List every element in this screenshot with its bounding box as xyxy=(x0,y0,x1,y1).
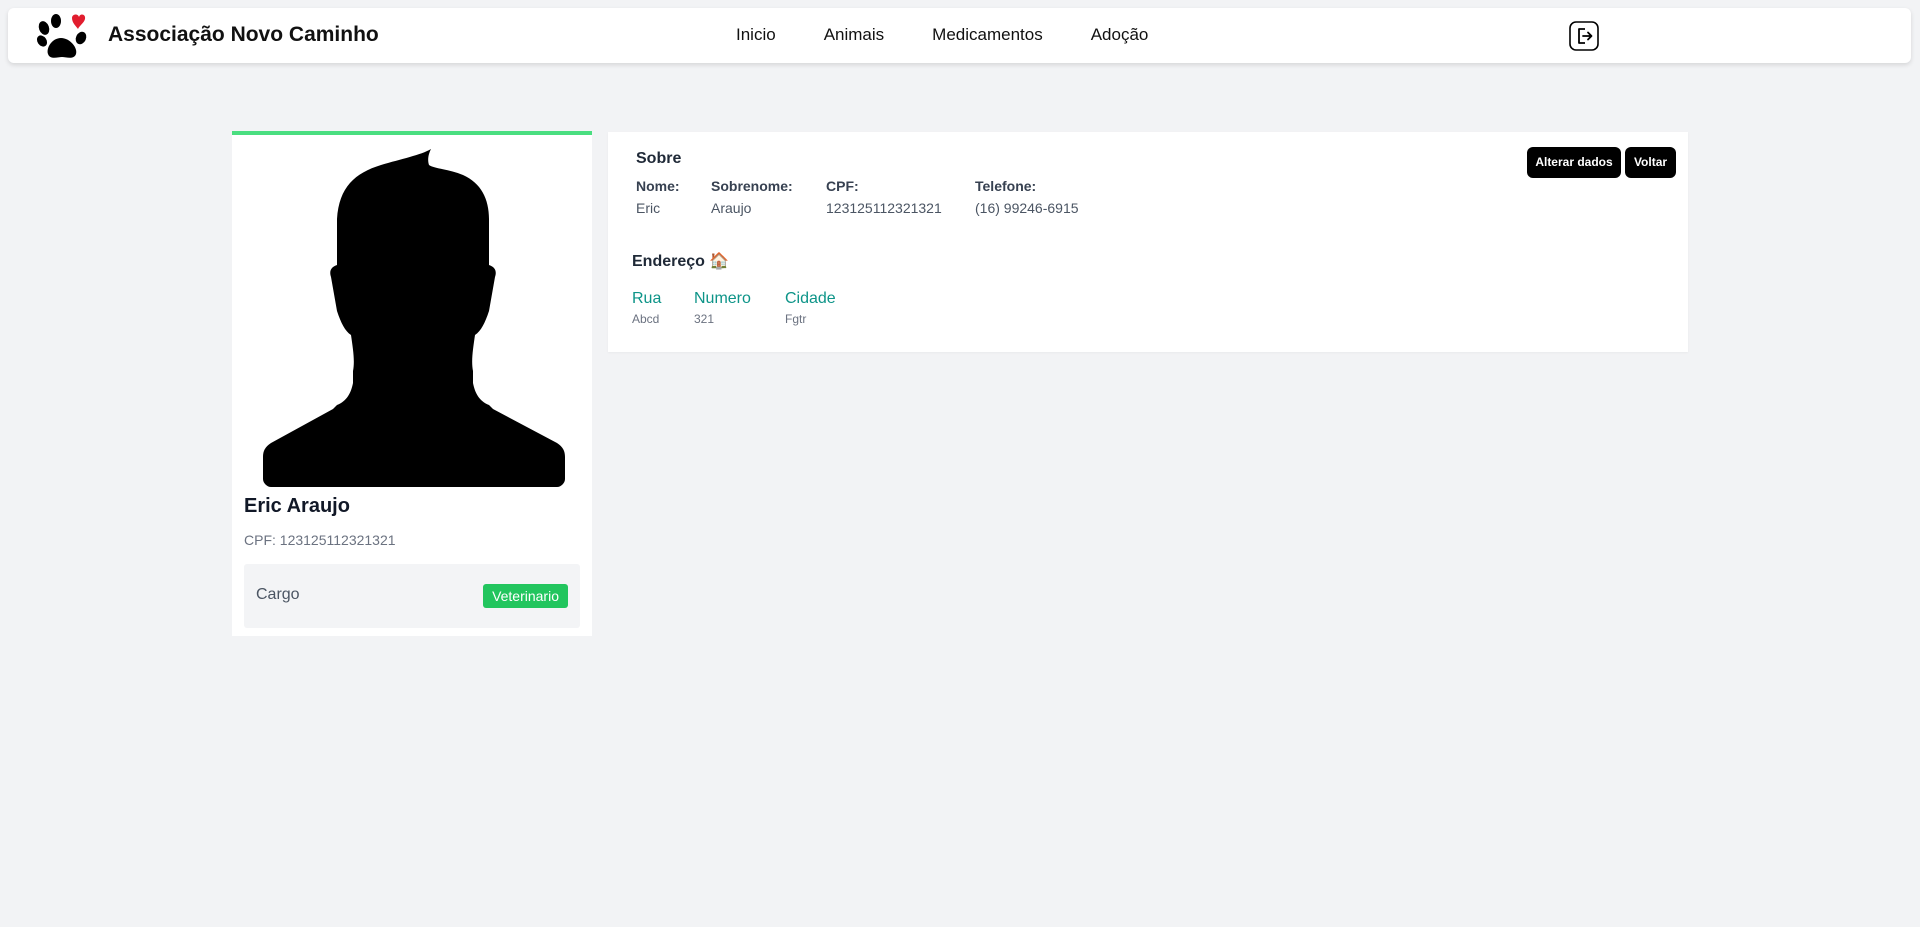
address-label: Cidade xyxy=(785,290,836,307)
nav-animais[interactable]: Animais xyxy=(824,25,884,45)
field-label: CPF: xyxy=(826,178,859,194)
field-label: Sobrenome: xyxy=(711,178,793,194)
field-nome: Nome: Eric xyxy=(636,178,680,216)
profile-cpf: CPF: 123125112321321 xyxy=(244,532,396,548)
field-value: Araujo xyxy=(711,200,752,216)
address-value: 321 xyxy=(694,312,715,326)
address-label: Rua xyxy=(632,290,662,307)
info-card: Sobre Nome: Eric Sobrenome: Araujo CPF: … xyxy=(608,132,1688,352)
role-box: Cargo Veterinario xyxy=(244,564,580,628)
role-label: Cargo xyxy=(256,586,300,603)
edit-data-button[interactable]: Alterar dados xyxy=(1527,147,1621,178)
field-value: Eric xyxy=(636,200,661,216)
top-navbar: Associação Novo Caminho Inicio Animais M… xyxy=(8,8,1911,63)
address-value: Fgtr xyxy=(785,312,807,326)
paw-heart-icon[interactable] xyxy=(34,12,92,62)
role-badge: Veterinario xyxy=(483,584,568,608)
address-rua: Rua Abcd xyxy=(632,290,661,326)
field-value: 123125112321321 xyxy=(826,200,942,216)
nav-medicamentos[interactable]: Medicamentos xyxy=(932,25,1043,45)
field-cpf: CPF: 123125112321321 xyxy=(826,178,942,216)
field-value: (16) 99246-6915 xyxy=(975,200,1079,216)
field-telefone: Telefone: (16) 99246-6915 xyxy=(975,178,1079,216)
logout-icon[interactable] xyxy=(1569,21,1599,51)
field-sobrenome: Sobrenome: Araujo xyxy=(711,178,793,216)
user-silhouette-avatar xyxy=(263,149,565,487)
main-nav: Inicio Animais Medicamentos Adoção xyxy=(736,25,1148,45)
profile-name: Eric Araujo xyxy=(244,495,350,517)
address-label: Numero xyxy=(694,290,751,307)
about-title: Sobre xyxy=(636,150,682,167)
nav-inicio[interactable]: Inicio xyxy=(736,25,776,45)
field-label: Telefone: xyxy=(975,178,1037,194)
brand-title: Associação Novo Caminho xyxy=(108,23,379,46)
address-numero: Numero 321 xyxy=(694,290,751,326)
back-button[interactable]: Voltar xyxy=(1625,147,1676,178)
field-label: Nome: xyxy=(636,178,680,194)
profile-card: Eric Araujo CPF: 123125112321321 Cargo V… xyxy=(232,131,592,636)
address-title: Endereço 🏠 xyxy=(632,253,730,270)
address-value: Abcd xyxy=(632,312,660,326)
address-cidade: Cidade Fgtr xyxy=(785,290,836,326)
nav-adocao[interactable]: Adoção xyxy=(1091,25,1149,45)
